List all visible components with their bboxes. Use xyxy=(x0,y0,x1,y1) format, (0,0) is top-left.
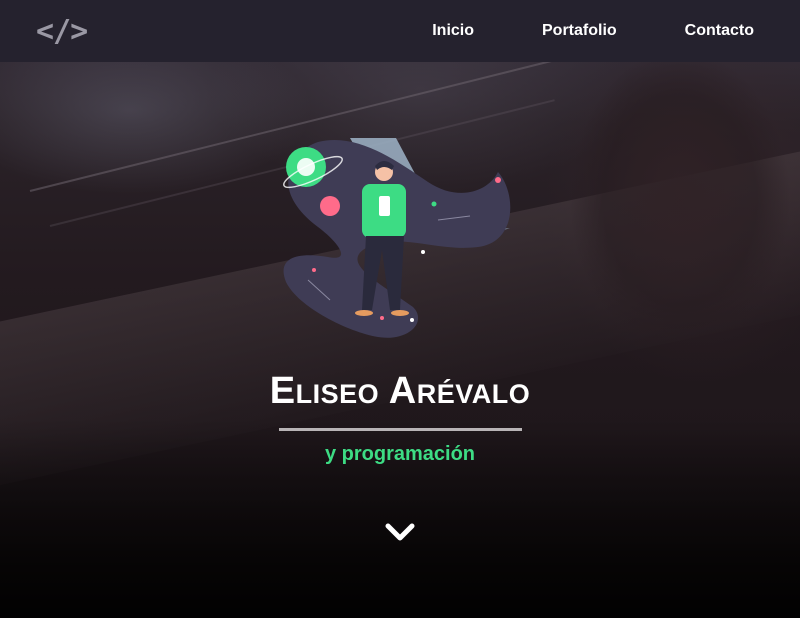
nav-links: Inicio Portafolio Contacto xyxy=(432,22,754,40)
chevron-down-icon[interactable] xyxy=(384,518,416,546)
nav-link-contacto[interactable]: Contacto xyxy=(685,22,754,40)
hero-title: Eliseo Arévalo xyxy=(269,370,531,412)
hero-subtitle: y programación xyxy=(324,443,476,465)
background-person xyxy=(560,60,800,360)
nav-link-inicio[interactable]: Inicio xyxy=(432,22,474,40)
astronaut-space-illustration xyxy=(283,138,511,338)
title-divider xyxy=(279,428,522,431)
logo[interactable]: </> xyxy=(36,14,88,49)
navbar: </> Inicio Portafolio Contacto xyxy=(0,0,800,62)
nav-link-portafolio[interactable]: Portafolio xyxy=(542,22,617,40)
